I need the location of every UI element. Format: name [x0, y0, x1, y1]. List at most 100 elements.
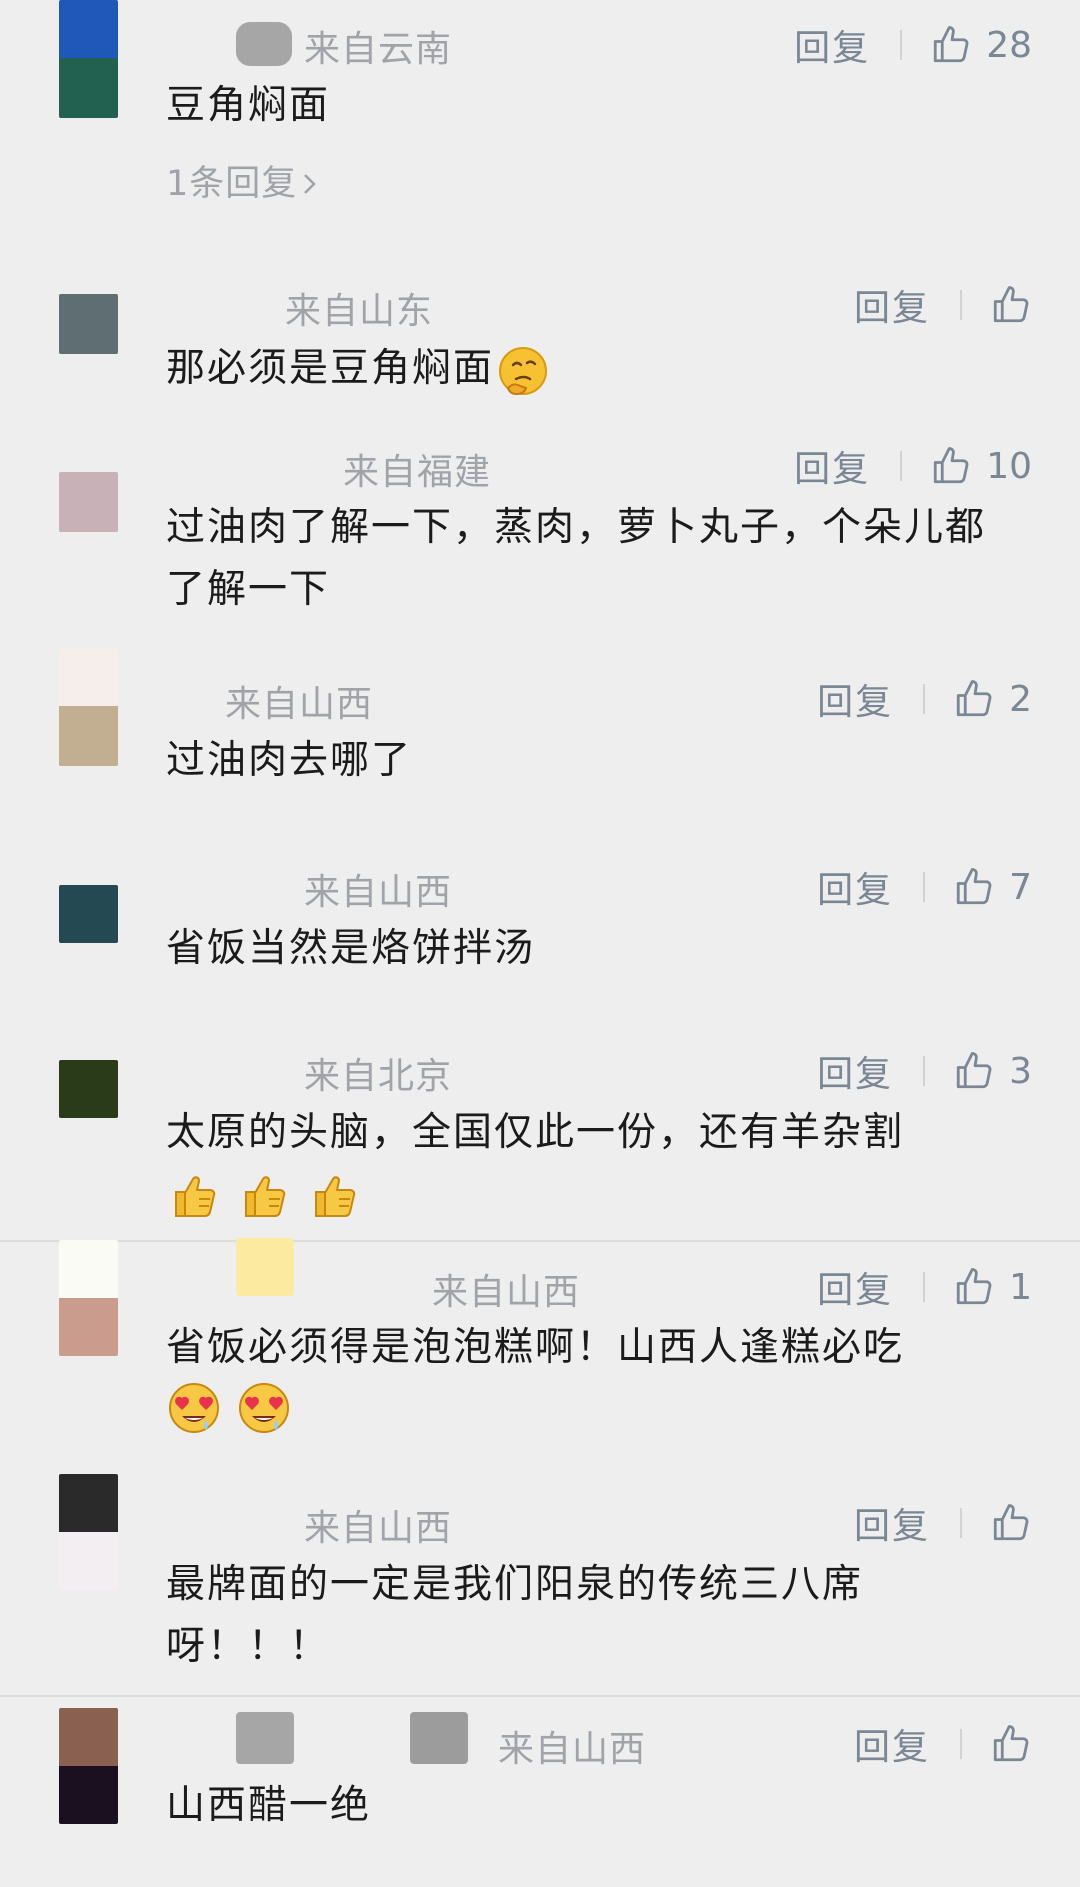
username-blurred[interactable] [236, 1238, 294, 1296]
comment-actions: 回复 1 [817, 1262, 1032, 1312]
comment-text: 省饭当然是烙饼拌汤 [166, 926, 536, 971]
avatar[interactable] [59, 0, 118, 118]
sub-replies-link[interactable]: 1条回复 [166, 155, 319, 206]
reply-button[interactable]: 回复 [794, 440, 870, 492]
heart-eyes-emoji-icon [166, 1380, 222, 1436]
avatar-top [59, 1708, 118, 1766]
comment-actions: 回复 [854, 1498, 1032, 1548]
comment-text: 山西醋一绝 [166, 1783, 372, 1828]
like-button[interactable] [990, 1502, 1032, 1544]
comment-actions: 回复 [854, 1719, 1032, 1769]
location-label: 来自山西 [432, 1272, 581, 1313]
action-separator [960, 1729, 962, 1759]
thumbs-up-outline-icon [953, 1266, 995, 1308]
location-label: 来自山西 [498, 1729, 647, 1770]
like-button[interactable]: 10 [930, 445, 1032, 487]
action-separator [900, 30, 903, 60]
avatar[interactable] [59, 1474, 118, 1590]
action-separator [960, 1508, 962, 1538]
reply-button[interactable]: 回复 [817, 861, 893, 913]
reply-button[interactable]: 回复 [854, 1718, 930, 1770]
like-count: 28 [986, 24, 1032, 66]
reply-button[interactable]: 回复 [854, 1497, 930, 1549]
action-separator [923, 1272, 926, 1302]
avatar-block [59, 294, 118, 354]
avatar[interactable] [59, 294, 118, 354]
avatar-top [59, 0, 118, 58]
like-button[interactable]: 2 [953, 678, 1032, 720]
thumbs-up-outline-icon [990, 284, 1032, 326]
avatar-block [59, 1060, 118, 1118]
avatar-bottom [59, 706, 118, 766]
like-button[interactable]: 3 [953, 1050, 1032, 1092]
avatar-top [59, 648, 118, 706]
comment-text-content: 那必须是豆角焖面 [166, 346, 495, 391]
avatar[interactable] [59, 648, 118, 766]
chevron-right-icon [301, 164, 319, 204]
avatar-top [59, 1240, 118, 1298]
thumbs-up-outline-icon [990, 1502, 1032, 1544]
like-button[interactable] [990, 284, 1032, 326]
action-separator [923, 1056, 926, 1086]
reply-button[interactable]: 回复 [817, 673, 893, 725]
avatar[interactable] [59, 1060, 118, 1118]
like-button[interactable]: 7 [953, 866, 1032, 908]
location-label: 来自北京 [304, 1056, 453, 1097]
avatar-top [59, 1474, 118, 1532]
like-count: 1 [1009, 1266, 1032, 1308]
comment-actions: 回复 [854, 280, 1032, 330]
comment-actions: 回复 2 [817, 674, 1032, 724]
action-separator [960, 290, 962, 320]
action-separator [923, 872, 926, 902]
location-label: 来自山东 [285, 291, 434, 332]
action-separator [923, 684, 926, 714]
avatar-block [59, 472, 118, 532]
location-label: 来自福建 [343, 452, 492, 493]
username-blurred[interactable] [410, 1712, 468, 1764]
emoji-row [166, 1166, 362, 1222]
username-blurred[interactable] [236, 22, 292, 66]
avatar-bottom [59, 1532, 118, 1590]
comment-actions: 回复 10 [794, 441, 1032, 491]
reply-button[interactable]: 回复 [817, 1261, 893, 1313]
avatar-bottom [59, 1298, 118, 1356]
like-button[interactable]: 1 [953, 1266, 1032, 1308]
thumbs-up-emoji-icon [236, 1166, 292, 1222]
avatar[interactable] [59, 1240, 118, 1356]
like-count: 2 [1009, 678, 1032, 720]
thumbs-up-outline-icon [930, 445, 972, 487]
thinking-face-icon [496, 344, 550, 398]
thumbs-up-emoji-icon [306, 1166, 362, 1222]
thumbs-up-outline-icon [930, 24, 972, 66]
username-blurred[interactable] [236, 1712, 294, 1764]
like-button[interactable] [990, 1723, 1032, 1765]
comment-text: 省饭必须得是泡泡糕啊！山西人逢糕必吃 [166, 1325, 905, 1370]
avatar-block [59, 885, 118, 943]
emoji-row [166, 1380, 292, 1436]
avatar[interactable] [59, 1708, 118, 1824]
reply-button[interactable]: 回复 [854, 279, 930, 331]
reply-button[interactable]: 回复 [817, 1045, 893, 1097]
sub-replies-label: 1条回复 [166, 164, 298, 204]
comment-text: 太原的头脑，全国仅此一份，还有羊杂割 [166, 1110, 905, 1155]
avatar[interactable] [59, 885, 118, 943]
section-divider [0, 1695, 1080, 1697]
avatar-bottom [59, 1766, 118, 1824]
comment-text: 过油肉了解一下，蒸肉，萝卜丸子，个朵儿都了解一下 [166, 505, 987, 612]
thumbs-up-outline-icon [953, 1050, 995, 1092]
location-label: 来自山西 [304, 1508, 453, 1549]
comment-text: 那必须是豆角焖面 [166, 338, 1016, 400]
reply-button[interactable]: 回复 [794, 19, 870, 71]
avatar-bottom [59, 58, 118, 118]
like-button[interactable]: 28 [930, 24, 1032, 66]
like-count: 10 [986, 445, 1032, 487]
avatar[interactable] [59, 472, 118, 532]
comment-actions: 回复 3 [817, 1046, 1032, 1096]
heart-eyes-emoji-icon [236, 1380, 292, 1436]
action-separator [900, 451, 903, 481]
thumbs-up-emoji-icon [166, 1166, 222, 1222]
location-label: 来自山西 [304, 872, 453, 913]
comment-actions: 回复 7 [817, 862, 1032, 912]
thumbs-up-outline-icon [953, 866, 995, 908]
comment-text: 最牌面的一定是我们阳泉的传统三八席呀！！！ [166, 1562, 864, 1669]
